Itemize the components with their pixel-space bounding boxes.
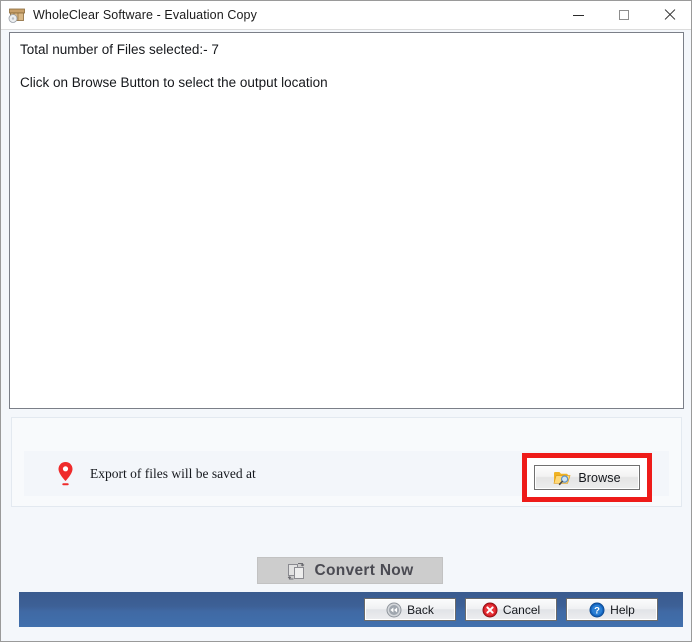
help-button-label: Help	[610, 602, 635, 617]
application-window: WholeClear Software - Evaluation Copy To…	[0, 0, 692, 642]
back-button-label: Back	[407, 602, 434, 617]
archive-disc-icon	[8, 6, 26, 24]
window-controls	[556, 1, 691, 29]
question-mark-icon: ?	[589, 602, 605, 618]
window-title: WholeClear Software - Evaluation Copy	[33, 8, 257, 22]
minimize-icon	[573, 14, 584, 16]
title-bar: WholeClear Software - Evaluation Copy	[1, 1, 691, 30]
minimize-button[interactable]	[556, 1, 601, 29]
browse-button-label: Browse	[578, 470, 621, 485]
close-icon	[663, 9, 675, 21]
svg-text:?: ?	[594, 605, 600, 616]
list-item: Click on Browse Button to select the out…	[20, 75, 328, 90]
cancel-x-icon	[482, 602, 498, 618]
cancel-button-label: Cancel	[502, 602, 541, 617]
export-location-label: Export of files will be saved at	[90, 465, 256, 481]
rewind-icon	[386, 602, 402, 618]
browse-button[interactable]: Browse	[534, 465, 640, 490]
convert-now-button[interactable]: Convert Now	[257, 557, 443, 584]
browse-highlight-box: Browse	[522, 453, 652, 502]
cancel-button[interactable]: Cancel	[465, 598, 557, 621]
convert-pages-icon	[287, 561, 307, 581]
bottom-action-bar: Back Cancel ? Help	[19, 592, 683, 627]
maximize-icon	[618, 10, 629, 20]
close-button[interactable]	[646, 1, 691, 29]
maximize-button[interactable]	[601, 1, 646, 29]
convert-now-label: Convert Now	[314, 561, 414, 579]
back-button[interactable]: Back	[364, 598, 456, 621]
location-pin-icon	[52, 461, 78, 487]
list-item: Total number of Files selected:- 7	[20, 42, 219, 57]
help-button[interactable]: ? Help	[566, 598, 658, 621]
folder-search-icon	[553, 470, 572, 486]
file-list-box[interactable]: Total number of Files selected:- 7 Click…	[9, 32, 684, 409]
